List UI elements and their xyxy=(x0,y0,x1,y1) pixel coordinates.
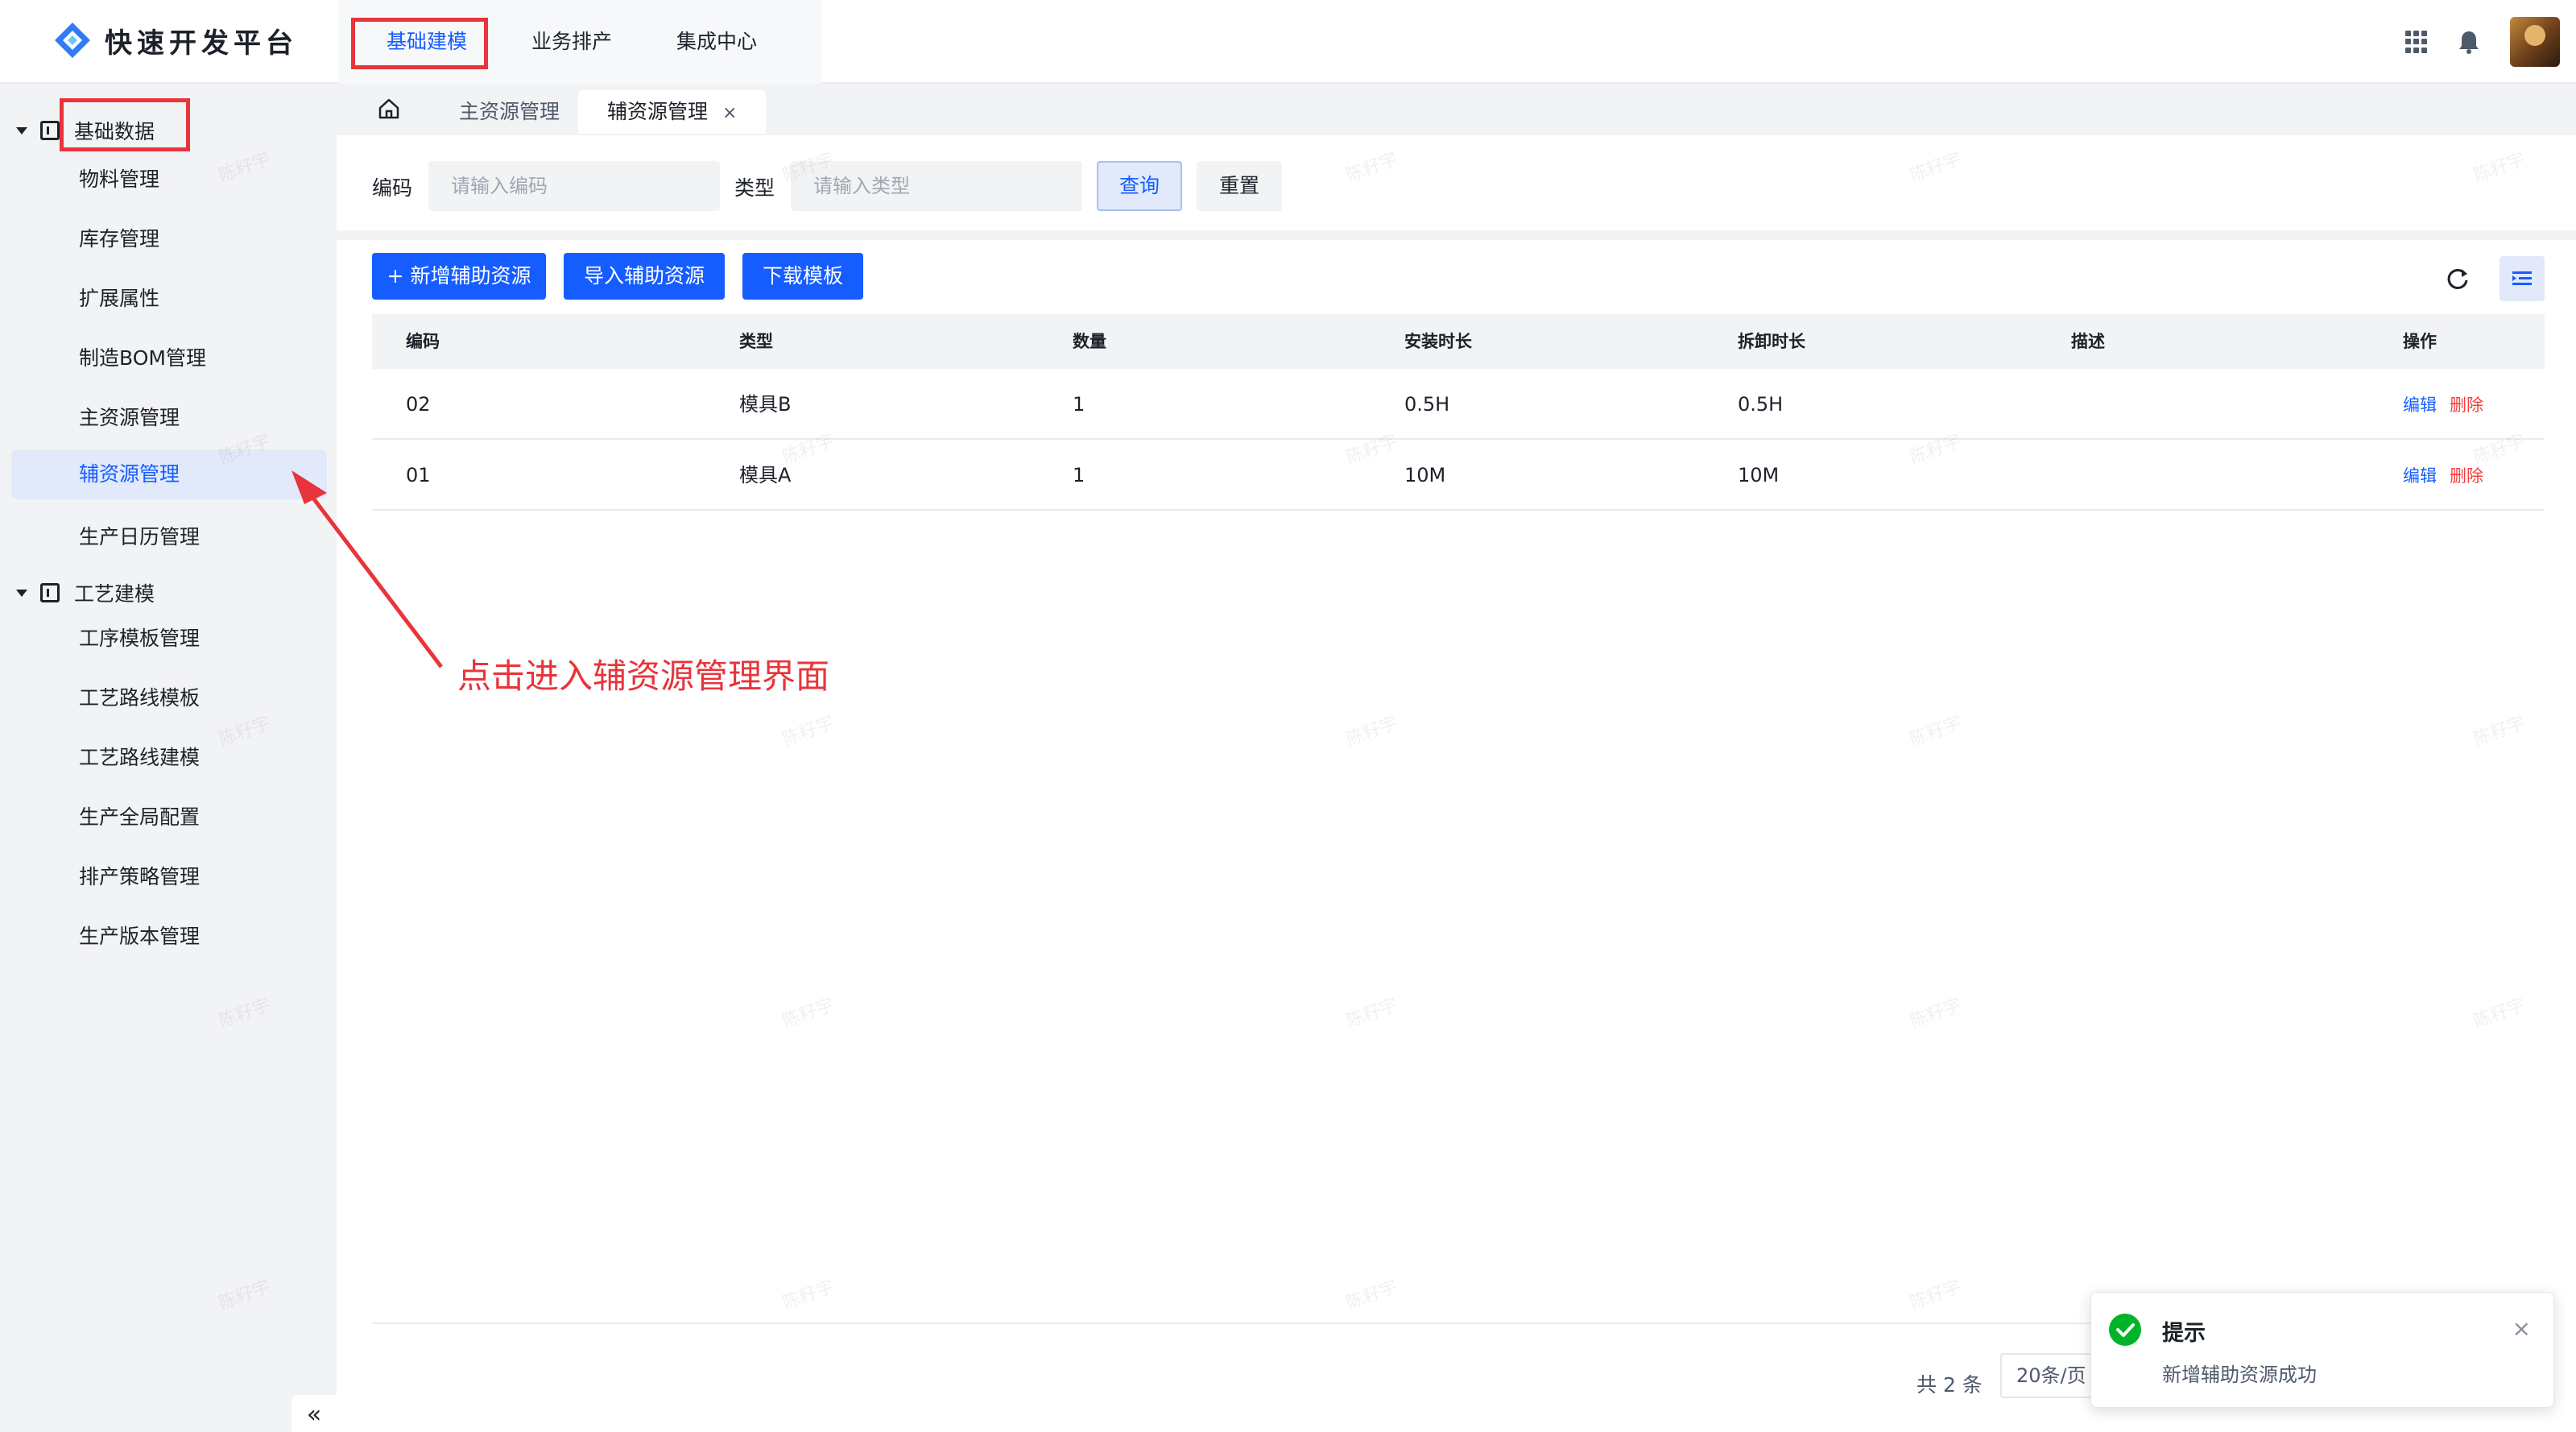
download-template-button[interactable]: 下载模板 xyxy=(742,253,863,300)
sidebar-group-label: 工艺建模 xyxy=(74,582,155,606)
sidebar-collapse-button[interactable]: « xyxy=(292,1395,337,1432)
code-label: 编码 xyxy=(372,176,413,200)
column-header-description[interactable]: 描述 xyxy=(2037,314,2369,369)
sidebar-item-inventory[interactable]: 库存管理 xyxy=(11,214,327,264)
edit-link[interactable]: 编辑 xyxy=(2403,466,2437,486)
delete-link[interactable]: 删除 xyxy=(2450,466,2483,486)
cell-quantity: 1 xyxy=(1073,393,1085,416)
column-settings-icon xyxy=(2512,271,2532,285)
tab-close-icon[interactable]: × xyxy=(722,103,737,123)
sidebar-item-material[interactable]: 物料管理 xyxy=(11,155,327,205)
table-row[interactable]: 02 模具B 1 0.5H 0.5H 编辑 删除 xyxy=(372,369,2545,440)
cell-description xyxy=(2037,440,2369,509)
bell-icon[interactable] xyxy=(2457,29,2481,55)
tab-label: 辅资源管理 xyxy=(607,100,709,123)
sidebar-item-aux-resource[interactable]: 辅资源管理 xyxy=(11,449,327,499)
code-input[interactable] xyxy=(428,161,720,211)
cell-actions: 编辑 删除 xyxy=(2369,369,2545,438)
logo-icon xyxy=(55,23,90,58)
column-header-remove-time[interactable]: 拆卸时长 xyxy=(1704,314,2037,369)
pagination-total: 共 2 条 xyxy=(1916,1373,1983,1397)
cell-code: 02 xyxy=(406,393,431,416)
app-title: 快速开发平台 xyxy=(105,27,298,60)
sidebar-item-bom[interactable]: 制造BOM管理 xyxy=(11,333,327,383)
user-avatar[interactable] xyxy=(2510,17,2560,67)
toast-title: 提示 xyxy=(2162,1321,2206,1346)
column-header-type[interactable]: 类型 xyxy=(705,314,1039,369)
reset-button[interactable]: 重置 xyxy=(1197,161,1282,211)
success-toast: 提示 新增辅助资源成功 × xyxy=(2090,1292,2554,1408)
data-icon xyxy=(40,121,60,140)
caret-down-icon xyxy=(16,126,27,135)
sidebar-item-scheduling-strategy[interactable]: 排产策略管理 xyxy=(11,852,327,902)
caret-down-icon xyxy=(16,589,27,597)
cell-code: 01 xyxy=(406,464,431,486)
table-row[interactable]: 01 模具A 1 10M 10M 编辑 删除 xyxy=(372,440,2545,511)
import-aux-resource-button[interactable]: 导入辅助资源 xyxy=(564,253,725,300)
refresh-icon xyxy=(2447,268,2468,289)
tab-aux-resource[interactable]: 辅资源管理 × xyxy=(578,90,767,134)
annotation-box-sidebar-group xyxy=(60,98,190,151)
sidebar-item-main-resource[interactable]: 主资源管理 xyxy=(11,393,327,443)
column-settings-button[interactable] xyxy=(2500,256,2545,301)
column-header-actions: 操作 xyxy=(2403,332,2437,351)
page-size-select[interactable]: 20条/页 xyxy=(2000,1353,2097,1398)
cell-type: 模具A xyxy=(739,464,792,486)
sidebar: 基础数据 物料管理 库存管理 扩展属性 制造BOM管理 主资源管理 辅资源管理 … xyxy=(0,85,337,1432)
cell-remove-time: 0.5H xyxy=(1738,393,1784,416)
query-button[interactable]: 查询 xyxy=(1097,161,1182,211)
apps-grid-icon[interactable] xyxy=(2405,31,2428,53)
sidebar-item-operation-template[interactable]: 工序模板管理 xyxy=(11,614,327,664)
cell-install-time: 10M xyxy=(1404,464,1446,486)
sidebar-item-global-config[interactable]: 生产全局配置 xyxy=(11,793,327,842)
cell-description xyxy=(2037,369,2369,438)
tab-main-resource[interactable]: 主资源管理 xyxy=(430,90,589,134)
tab-bar: 主资源管理 辅资源管理 × xyxy=(337,85,2576,134)
app-logo[interactable]: 快速开发平台 xyxy=(52,16,298,64)
home-icon[interactable] xyxy=(377,97,401,121)
column-header-quantity[interactable]: 数量 xyxy=(1039,314,1371,369)
column-header-code[interactable]: 编码 xyxy=(372,314,705,369)
table-header: 编码 类型 数量 安装时长 拆卸时长 描述 操作 xyxy=(372,314,2545,369)
top-nav-business-scheduling[interactable]: 业务排产 xyxy=(499,0,644,84)
top-nav-integration-center[interactable]: 集成中心 xyxy=(644,0,789,84)
process-icon xyxy=(40,583,60,602)
check-icon xyxy=(2116,1323,2135,1337)
sidebar-item-production-calendar[interactable]: 生产日历管理 xyxy=(11,512,327,562)
edit-link[interactable]: 编辑 xyxy=(2403,395,2437,415)
search-panel: 编码 类型 查询 重置 xyxy=(337,135,2576,230)
type-label: 类型 xyxy=(734,176,775,200)
toast-close-icon[interactable]: × xyxy=(2512,1315,2531,1342)
column-header-install-time[interactable]: 安装时长 xyxy=(1371,314,1704,369)
top-right-actions xyxy=(2405,14,2560,69)
tab-label: 主资源管理 xyxy=(459,100,560,123)
check-circle-icon xyxy=(2109,1314,2141,1346)
sidebar-item-route-modeling[interactable]: 工艺路线建模 xyxy=(11,733,327,783)
add-aux-resource-button[interactable]: + 新增辅助资源 xyxy=(372,253,546,300)
cell-quantity: 1 xyxy=(1073,464,1085,486)
main-panel: + 新增辅助资源 导入辅助资源 下载模板 编码 类型 数量 安装时长 拆卸时长 … xyxy=(337,240,2576,1432)
sidebar-item-route-template[interactable]: 工艺路线模板 xyxy=(11,673,327,723)
sidebar-item-production-version[interactable]: 生产版本管理 xyxy=(11,912,327,962)
toast-message: 新增辅助资源成功 xyxy=(2162,1364,2317,1386)
cell-install-time: 0.5H xyxy=(1404,393,1450,416)
type-input[interactable] xyxy=(791,161,1082,211)
annotation-text: 点击进入辅资源管理界面 xyxy=(457,656,830,696)
aux-resource-table: 编码 类型 数量 安装时长 拆卸时长 描述 操作 02 模具B 1 0.5H 0… xyxy=(372,314,2545,511)
cell-actions: 编辑 删除 xyxy=(2369,440,2545,509)
refresh-button[interactable] xyxy=(2435,256,2480,301)
cell-type: 模具B xyxy=(739,393,792,416)
delete-link[interactable]: 删除 xyxy=(2450,395,2483,415)
annotation-box-top-nav xyxy=(351,18,488,69)
cell-remove-time: 10M xyxy=(1738,464,1780,486)
sidebar-item-extended-attributes[interactable]: 扩展属性 xyxy=(11,274,327,324)
